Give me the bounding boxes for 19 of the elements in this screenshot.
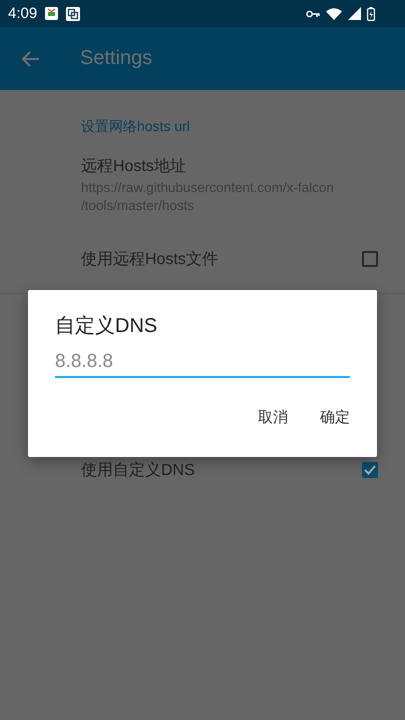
app-notification-icon bbox=[45, 7, 58, 20]
dialog-title: 自定义DNS bbox=[55, 314, 158, 339]
back-arrow-icon[interactable] bbox=[22, 50, 40, 66]
dns-input-field[interactable]: 8.8.8.8 bbox=[55, 349, 350, 378]
setting-title[interactable]: 使用远程Hosts文件 bbox=[81, 248, 362, 270]
setting-title[interactable]: 使用自定义DNS bbox=[81, 460, 362, 480]
section-header: 设置网络hosts url bbox=[81, 118, 191, 136]
wifi-icon bbox=[326, 8, 342, 20]
status-time: 4:09 bbox=[8, 5, 38, 22]
battery-icon bbox=[367, 6, 375, 20]
dialog-button[interactable]: 取消 bbox=[244, 400, 302, 435]
checkbox[interactable] bbox=[362, 251, 378, 267]
dialog-button[interactable]: 确定 bbox=[306, 400, 364, 435]
key-icon bbox=[306, 10, 320, 18]
app-bar-title: Settings bbox=[80, 47, 152, 70]
checkbox[interactable] bbox=[362, 462, 378, 478]
setting-title[interactable]: 远程Hosts地址 bbox=[81, 156, 378, 177]
windows-notification-icon bbox=[66, 6, 80, 20]
signal-icon bbox=[348, 7, 361, 20]
